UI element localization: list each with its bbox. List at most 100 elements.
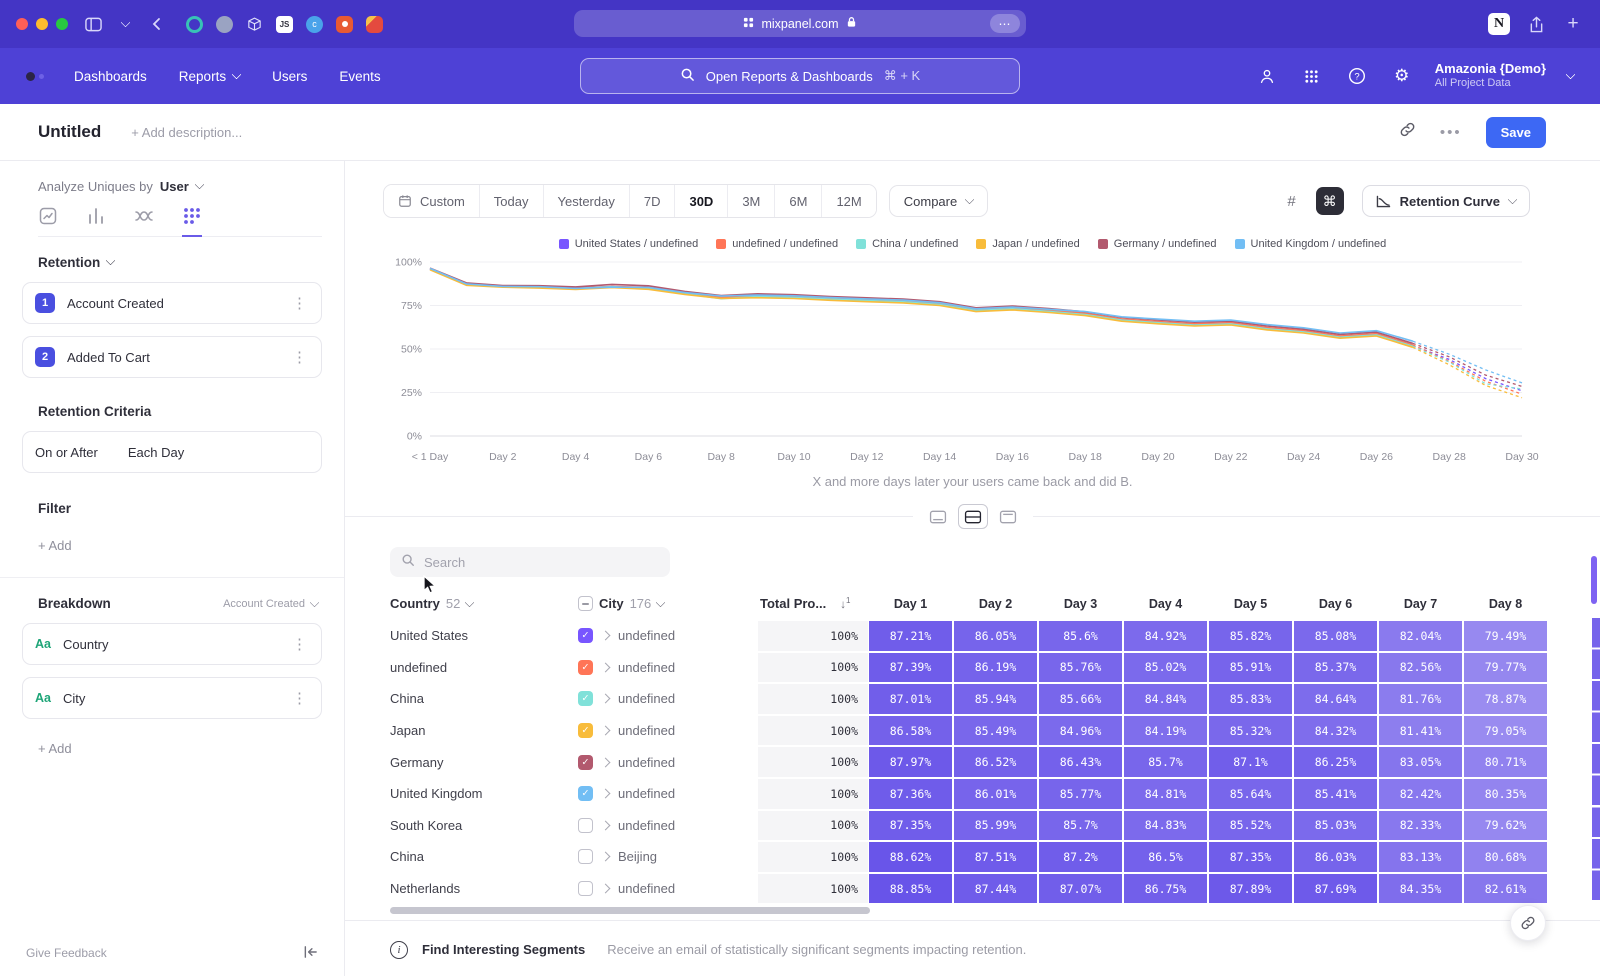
tab-retention[interactable]	[182, 206, 202, 237]
nav-dashboards[interactable]: Dashboards	[74, 69, 147, 84]
help-icon[interactable]: ?	[1345, 64, 1369, 88]
day-column-header[interactable]: Day 5	[1208, 597, 1293, 611]
day-cell[interactable]: 85.82%	[1209, 621, 1292, 651]
country-cell[interactable]: China	[390, 841, 578, 873]
day-cell[interactable]: 87.1%	[1209, 747, 1292, 777]
day-cell[interactable]: 84.84%	[1124, 684, 1207, 714]
day-cell[interactable]: 85.03%	[1294, 811, 1377, 841]
day-cell[interactable]: 80.71%	[1464, 747, 1547, 777]
day-column-header[interactable]: Day 4	[1123, 597, 1208, 611]
day-cell[interactable]: 85.49%	[954, 716, 1037, 746]
pinned-tab-cube-icon[interactable]	[246, 16, 263, 33]
date-range-yesterday[interactable]: Yesterday	[543, 185, 629, 217]
breakdown-options-icon[interactable]: ⋮	[292, 689, 309, 707]
mixpanel-logo-icon[interactable]	[26, 72, 44, 81]
day-column-header[interactable]: Day 8	[1463, 597, 1548, 611]
add-breakdown-button[interactable]: + Add	[38, 741, 322, 756]
step-options-icon[interactable]: ⋮	[292, 348, 309, 366]
nav-reports[interactable]: Reports	[179, 69, 240, 84]
pinned-tab-6-icon[interactable]	[336, 16, 353, 33]
day-cell[interactable]: 85.66%	[1039, 684, 1122, 714]
value-format-percent-button[interactable]: ⌘	[1316, 187, 1344, 215]
address-bar[interactable]: mixpanel.com ⋯	[574, 10, 1026, 37]
day-cell[interactable]: 84.64%	[1294, 684, 1377, 714]
day-cell[interactable]: 87.2%	[1039, 842, 1122, 872]
day-cell[interactable]: 81.76%	[1379, 684, 1462, 714]
day-cell[interactable]: 79.62%	[1464, 811, 1547, 841]
day-cell[interactable]: 85.91%	[1209, 653, 1292, 683]
day-cell[interactable]: 87.35%	[869, 811, 952, 841]
day-cell[interactable]: 86.01%	[954, 779, 1037, 809]
total-column-header[interactable]: Total Pro...↓1	[758, 596, 868, 611]
day-cell[interactable]: 85.32%	[1209, 716, 1292, 746]
expand-chevron-icon[interactable]	[601, 631, 611, 641]
day-cell[interactable]: 82.56%	[1379, 653, 1462, 683]
retention-section-header[interactable]: Retention	[38, 255, 322, 270]
day-cell[interactable]: 87.35%	[1209, 842, 1292, 872]
day-cell[interactable]: 82.33%	[1379, 811, 1462, 841]
legend-item[interactable]: United Kingdom / undefined	[1235, 238, 1387, 250]
country-cell[interactable]: Netherlands	[390, 873, 578, 905]
day-column-header[interactable]: Day 7	[1378, 597, 1463, 611]
row-checkbox[interactable]	[578, 881, 593, 896]
notion-icon[interactable]: N	[1488, 13, 1510, 35]
day-cell[interactable]: 88.62%	[869, 842, 952, 872]
day-cell[interactable]: 84.81%	[1124, 779, 1207, 809]
value-format-number-button[interactable]: #	[1278, 187, 1306, 215]
day-cell[interactable]: 86.25%	[1294, 747, 1377, 777]
tab-flows[interactable]	[134, 206, 154, 237]
day-cell[interactable]: 87.07%	[1039, 874, 1122, 904]
step-options-icon[interactable]: ⋮	[292, 294, 309, 312]
criteria-condition[interactable]: On or After	[35, 445, 98, 460]
legend-item[interactable]: United States / undefined	[559, 238, 699, 250]
country-cell[interactable]: China	[390, 683, 578, 715]
expand-chevron-icon[interactable]	[601, 884, 611, 894]
day-cell[interactable]: 87.01%	[869, 684, 952, 714]
new-tab-icon[interactable]: +	[1562, 13, 1584, 35]
expand-chevron-icon[interactable]	[601, 662, 611, 672]
day-cell[interactable]: 84.83%	[1124, 811, 1207, 841]
day-cell[interactable]: 80.35%	[1464, 779, 1547, 809]
day-cell[interactable]: 85.08%	[1294, 621, 1377, 651]
day-cell[interactable]: 86.58%	[869, 716, 952, 746]
day-cell[interactable]: 83.05%	[1379, 747, 1462, 777]
day-cell[interactable]: 86.75%	[1124, 874, 1207, 904]
pinned-tab-js-icon[interactable]: JS	[276, 16, 293, 33]
tab-funnels[interactable]	[86, 206, 106, 237]
day-cell[interactable]: 86.5%	[1124, 842, 1207, 872]
sort-icon[interactable]: ↓1	[840, 596, 850, 611]
day-cell[interactable]: 85.41%	[1294, 779, 1377, 809]
day-cell[interactable]: 86.03%	[1294, 842, 1377, 872]
country-cell[interactable]: United Kingdom	[390, 778, 578, 810]
table-search[interactable]	[390, 547, 670, 577]
day-cell[interactable]: 86.19%	[954, 653, 1037, 683]
day-column-header[interactable]: Day 6	[1293, 597, 1378, 611]
horizontal-scrollbar-thumb[interactable]	[390, 907, 870, 914]
row-checkbox[interactable]	[578, 849, 593, 864]
day-cell[interactable]: 79.49%	[1464, 621, 1547, 651]
row-checkbox[interactable]: ✓	[578, 755, 593, 770]
day-cell[interactable]: 82.04%	[1379, 621, 1462, 651]
country-cell[interactable]: South Korea	[390, 810, 578, 842]
legend-item[interactable]: Germany / undefined	[1098, 238, 1217, 250]
day-cell[interactable]: 85.94%	[954, 684, 1037, 714]
day-cell[interactable]: 87.21%	[869, 621, 952, 651]
copy-link-icon[interactable]	[1399, 121, 1416, 143]
select-all-checkbox[interactable]	[578, 596, 593, 611]
row-checkbox[interactable]: ✓	[578, 660, 593, 675]
view-table-only-button[interactable]	[993, 504, 1023, 529]
day-cell[interactable]: 87.69%	[1294, 874, 1377, 904]
breakdown-scope-selector[interactable]: Account Created	[223, 598, 318, 610]
collapse-sidebar-icon[interactable]	[303, 945, 318, 962]
day-cell[interactable]: 87.36%	[869, 779, 952, 809]
day-cell[interactable]: 85.83%	[1209, 684, 1292, 714]
close-window-button[interactable]	[16, 18, 28, 30]
expand-chevron-icon[interactable]	[601, 694, 611, 704]
breakdown-options-icon[interactable]: ⋮	[292, 635, 309, 653]
day-cell[interactable]: 88.85%	[869, 874, 952, 904]
pinned-tab-2-icon[interactable]	[216, 16, 233, 33]
day-cell[interactable]: 80.68%	[1464, 842, 1547, 872]
pinned-tab-5-icon[interactable]: c	[306, 16, 323, 33]
tab-insights[interactable]	[38, 206, 58, 237]
chart-type-dropdown[interactable]: Retention Curve	[1362, 185, 1530, 217]
